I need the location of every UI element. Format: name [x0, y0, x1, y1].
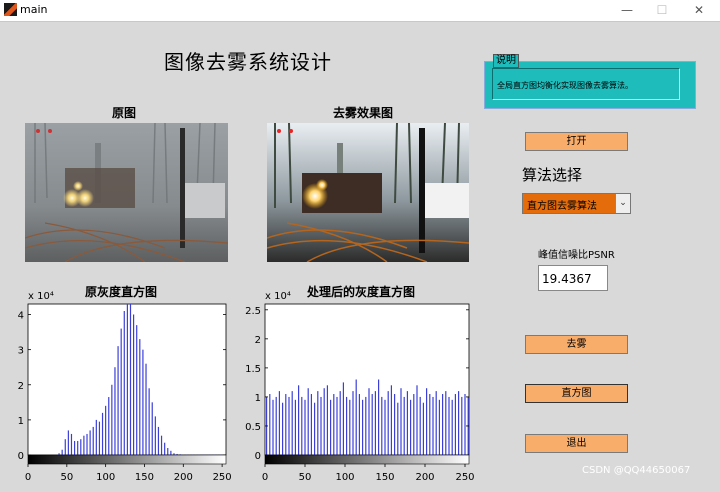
- y-tick-label: 0: [18, 451, 24, 462]
- x-tick-label: 50: [60, 472, 73, 483]
- psnr-field[interactable]: 19.4367: [538, 265, 608, 291]
- y-multiplier-label: x 10⁴: [265, 291, 291, 302]
- x-tick-label: 50: [299, 472, 312, 483]
- processed-histogram-chart: 0 0.5 1 1.5 2 2.5 0 50 100 150 200 250 x 10⁴: [245, 291, 474, 483]
- dehaze-button[interactable]: 去雾: [525, 335, 628, 354]
- y-tick-label: 2.5: [245, 306, 261, 317]
- x-tick-label: 150: [375, 472, 394, 483]
- chevron-down-icon[interactable]: ⌄: [615, 194, 630, 213]
- grayscale-colorbar: [27, 454, 227, 465]
- x-tick-label: 0: [262, 472, 268, 483]
- grayscale-colorbar: [264, 454, 470, 465]
- psnr-label: 峰值信噪比PSNR: [538, 250, 615, 261]
- window-titlebar: main — ☐ ✕: [0, 0, 720, 22]
- x-tick-label: 250: [455, 472, 474, 483]
- info-panel: 说明 全局直方图均衡化实现图像去雾算法。: [484, 54, 696, 109]
- main-title: 图像去雾系统设计: [164, 50, 332, 74]
- exit-button[interactable]: 退出: [525, 434, 628, 453]
- x-tick-label: 200: [415, 472, 434, 483]
- minimize-button[interactable]: —: [612, 1, 642, 19]
- maximize-button[interactable]: ☐: [647, 1, 677, 19]
- original-histogram-chart: 0 1 2 3 4 0 50 100 150 200 250 x 10⁴: [18, 291, 232, 483]
- open-button[interactable]: 打开: [525, 132, 628, 151]
- figure-window: 图像去雾系统设计 原图 去雾效果图 原灰度直方图 0 1 2 3 4 0 50 …: [0, 22, 720, 492]
- dehazed-image-title: 去雾效果图: [333, 106, 394, 120]
- algorithm-select[interactable]: 直方图去雾算法 ⌄: [522, 193, 631, 214]
- close-button[interactable]: ✕: [684, 1, 714, 19]
- original-image: [25, 123, 228, 262]
- y-tick-label: 0.5: [245, 422, 261, 433]
- csdn-watermark: CSDN @QQ44650067: [582, 465, 691, 476]
- original-image-title: 原图: [112, 106, 137, 120]
- matlab-app-icon: [4, 3, 17, 16]
- x-tick-label: 250: [213, 472, 232, 483]
- y-tick-label: 3: [18, 346, 24, 357]
- info-panel-text: 全局直方图均衡化实现图像去雾算法。: [497, 81, 633, 90]
- y-tick-label: 2: [18, 381, 24, 392]
- y-tick-label: 1.5: [245, 364, 261, 375]
- y-tick-label: 1: [18, 416, 24, 427]
- window-title: main: [20, 3, 48, 16]
- algorithm-label: 算法选择: [522, 166, 583, 184]
- y-tick-label: 1: [255, 393, 261, 404]
- y-multiplier-label: x 10⁴: [28, 291, 54, 302]
- histogram-button[interactable]: 直方图: [525, 384, 628, 403]
- y-tick-label: 0: [255, 451, 261, 462]
- algorithm-selected-value: 直方图去雾算法: [527, 201, 597, 212]
- x-tick-label: 200: [174, 472, 193, 483]
- x-tick-label: 100: [96, 472, 115, 483]
- x-tick-label: 0: [25, 472, 31, 483]
- y-tick-label: 2: [255, 335, 261, 346]
- x-tick-label: 150: [135, 472, 154, 483]
- x-tick-label: 100: [335, 472, 354, 483]
- y-tick-label: 4: [18, 311, 24, 322]
- info-panel-label: 说明: [493, 54, 519, 68]
- dehazed-image: [267, 123, 469, 262]
